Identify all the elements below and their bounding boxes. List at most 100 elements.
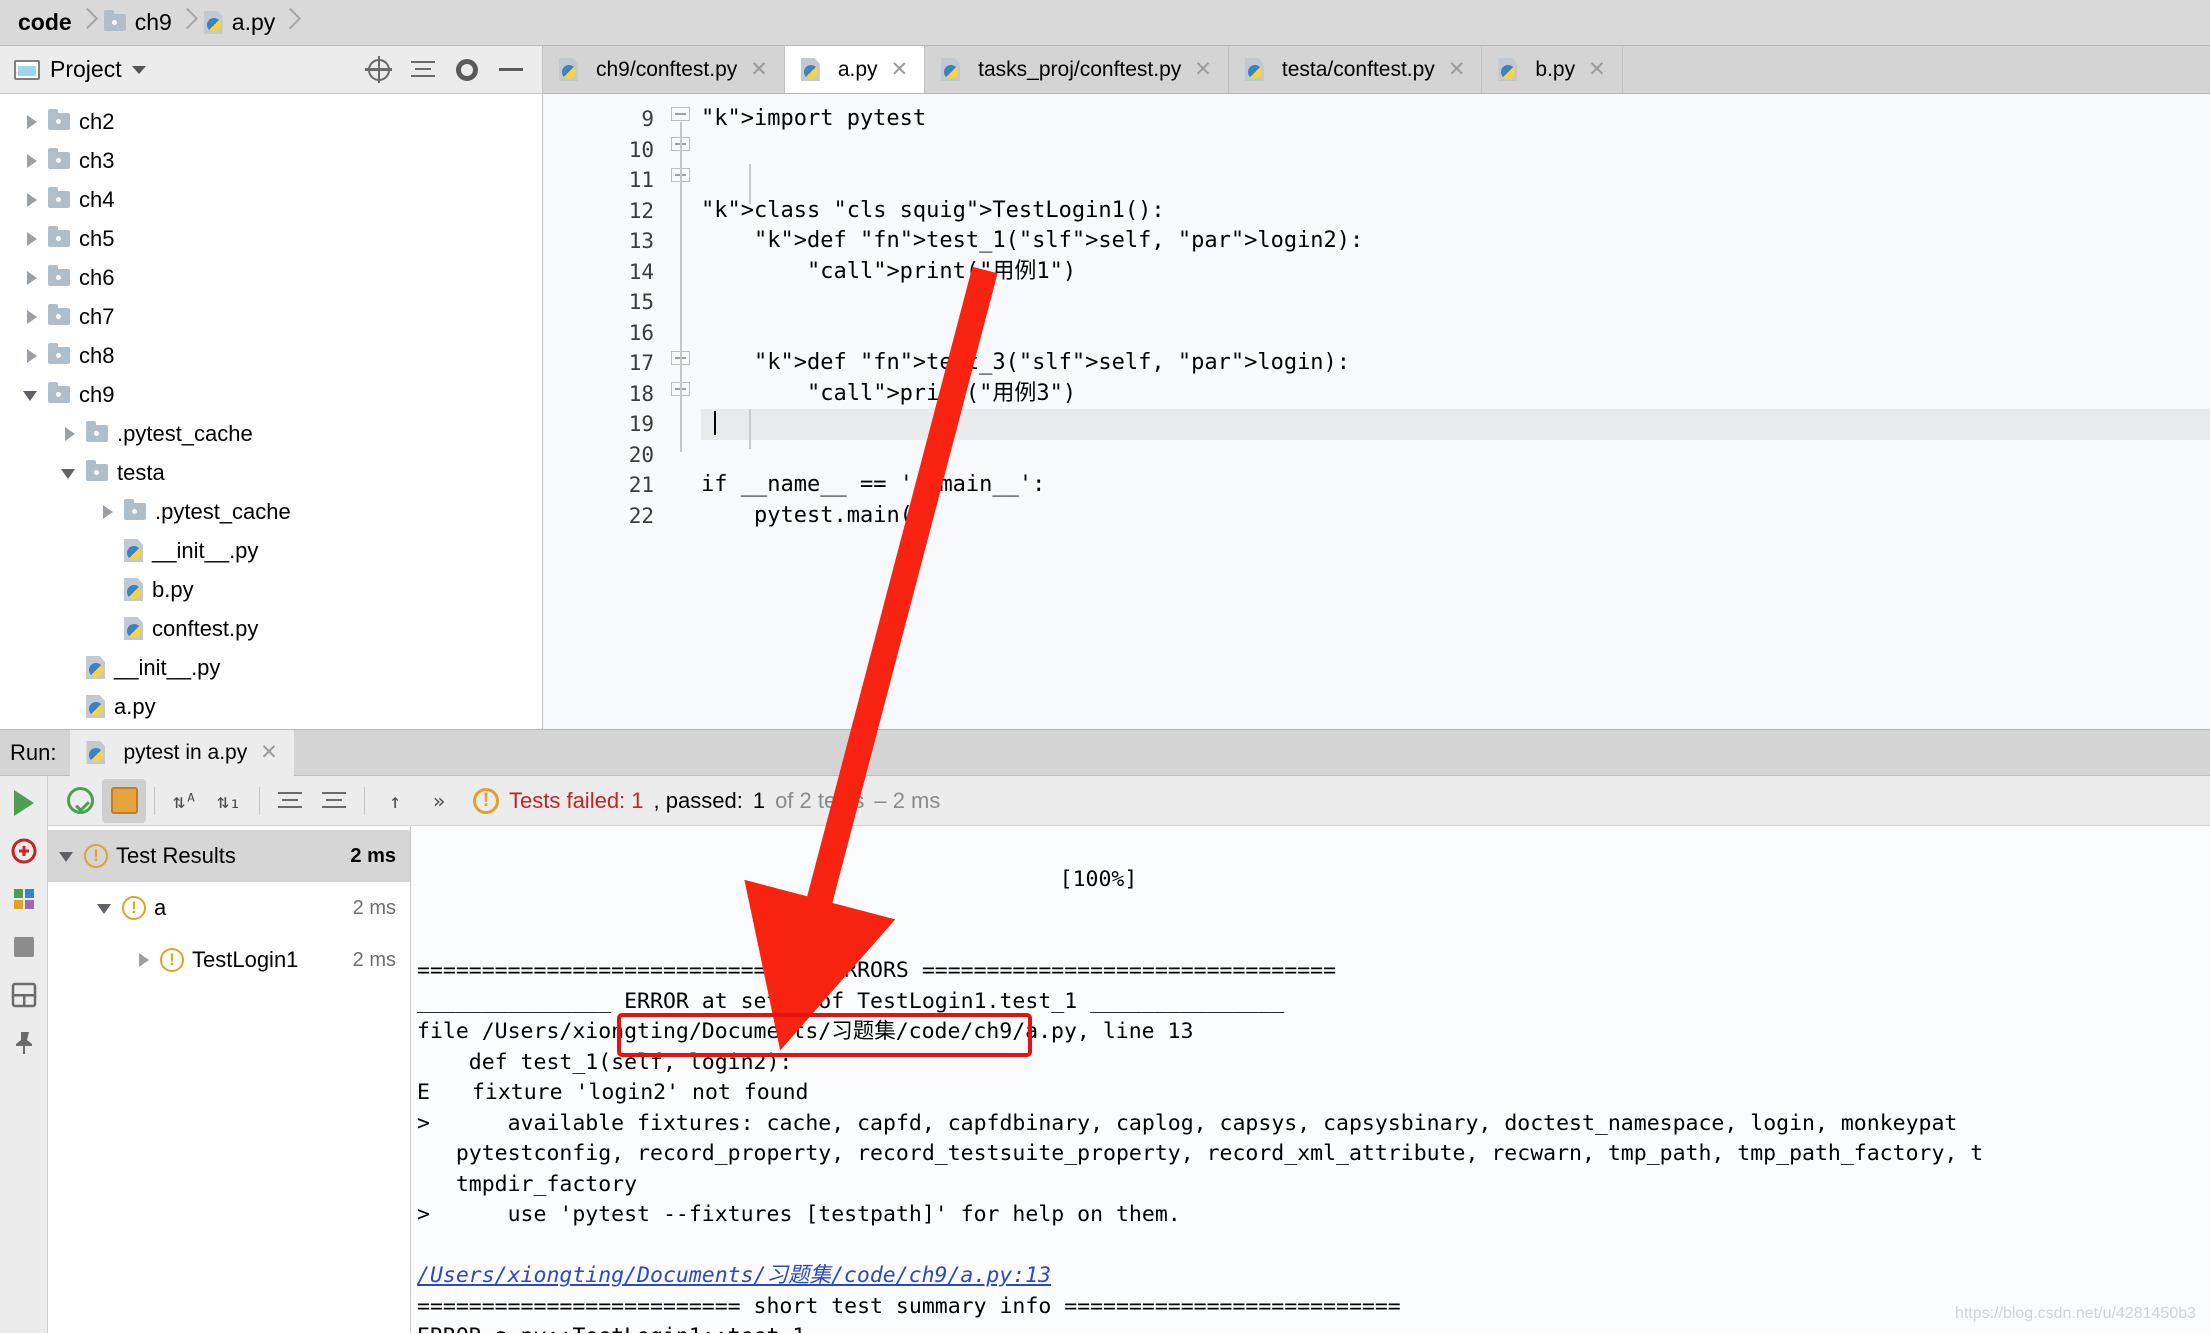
code-editor[interactable]: 9 10 11 12 13 14 15 16 17 18 19 20 21 22 "k">import p… bbox=[543, 94, 2210, 729]
settings-button[interactable] bbox=[450, 53, 484, 87]
editor-tab[interactable]: b.py ✕ bbox=[1482, 46, 1623, 93]
more-options-button[interactable]: » bbox=[417, 779, 461, 823]
close-icon[interactable]: ✕ bbox=[891, 57, 909, 82]
code-line[interactable]: if __name__ == '__main__': bbox=[701, 470, 2210, 501]
collapse-all-button[interactable] bbox=[406, 53, 440, 87]
test-results-tree[interactable]: ! Test Results 2 ms! a 2 ms! TestLogin1 2 ms bbox=[48, 826, 411, 1333]
chevron-down-icon[interactable] bbox=[22, 385, 42, 405]
project-tree-item[interactable]: a.py bbox=[0, 687, 542, 726]
close-icon[interactable]: ✕ bbox=[1588, 57, 1606, 82]
code-text[interactable]: "k">import pytest "k">class "cls squig">… bbox=[701, 94, 2210, 729]
previous-failed-button[interactable]: ↑ bbox=[373, 779, 417, 823]
python-file-icon bbox=[86, 695, 105, 718]
chevron-right-icon[interactable] bbox=[22, 307, 42, 327]
folder-icon bbox=[48, 187, 70, 208]
breadcrumb-item-file[interactable]: a.py bbox=[194, 0, 281, 46]
breadcrumb-file-label: a.py bbox=[231, 9, 276, 35]
code-line[interactable] bbox=[701, 409, 2210, 440]
python-file-icon bbox=[124, 578, 143, 601]
fold-toggle-icon[interactable] bbox=[671, 107, 690, 121]
close-icon[interactable]: ✕ bbox=[750, 57, 768, 82]
sort-by-duration-button[interactable]: ⇅₁ bbox=[207, 779, 251, 823]
chevron-down-icon[interactable] bbox=[60, 463, 80, 483]
chevron-right-icon[interactable] bbox=[22, 112, 42, 132]
chevron-right-icon[interactable] bbox=[22, 268, 42, 288]
close-icon[interactable]: ✕ bbox=[1194, 57, 1212, 82]
project-tree-item[interactable]: testa bbox=[0, 453, 542, 492]
project-tree-item[interactable]: .pytest_cache bbox=[0, 492, 542, 531]
rerun-failed-button[interactable] bbox=[9, 836, 39, 866]
code-line[interactable]: pytest.main() bbox=[701, 501, 2210, 532]
test-output-console[interactable]: [100%] =============================== E… bbox=[411, 826, 2210, 1333]
project-tree-item[interactable]: conftest.py bbox=[0, 609, 542, 648]
code-line[interactable]: "k">import pytest bbox=[701, 104, 2210, 135]
chevron-right-icon[interactable] bbox=[22, 346, 42, 366]
pin-button[interactable] bbox=[9, 1028, 39, 1058]
chevron-right-icon[interactable] bbox=[22, 229, 42, 249]
project-tree-item[interactable]: .pytest_cache bbox=[0, 414, 542, 453]
test-tree-row[interactable]: ! Test Results 2 ms bbox=[48, 830, 410, 882]
code-line[interactable] bbox=[701, 440, 2210, 471]
code-line[interactable] bbox=[701, 165, 2210, 196]
chevron-right-icon[interactable] bbox=[60, 424, 80, 444]
chevron-right-icon[interactable] bbox=[134, 950, 154, 970]
editor-tab[interactable]: ch9/conftest.py ✕ bbox=[543, 46, 785, 93]
editor-tab-label: testa/conftest.py bbox=[1281, 57, 1435, 81]
project-tree-item[interactable]: ch8 bbox=[0, 336, 542, 375]
project-tree-item[interactable]: ch3 bbox=[0, 141, 542, 180]
code-line[interactable] bbox=[701, 318, 2210, 349]
chevron-down-icon[interactable] bbox=[96, 898, 116, 918]
close-icon[interactable]: ✕ bbox=[260, 740, 278, 765]
chevron-down-icon[interactable] bbox=[131, 65, 146, 74]
test-tree-row[interactable]: ! a 2 ms bbox=[48, 882, 410, 934]
project-tree-item[interactable]: __init__.py bbox=[0, 648, 542, 687]
show-ignored-toggle[interactable] bbox=[102, 778, 146, 823]
project-tree-item[interactable]: __init__.py bbox=[0, 531, 542, 570]
show-passed-toggle[interactable] bbox=[58, 779, 102, 823]
sort-alphabetically-button[interactable]: ⇅ᴬ bbox=[163, 779, 207, 823]
project-tree-item[interactable]: ch2 bbox=[0, 102, 542, 141]
stop-icon bbox=[13, 937, 34, 957]
code-line[interactable] bbox=[701, 287, 2210, 318]
editor-tab[interactable]: a.py ✕ bbox=[784, 46, 926, 93]
test-tree-row[interactable]: ! TestLogin1 2 ms bbox=[48, 934, 410, 986]
close-icon[interactable]: ✕ bbox=[1448, 57, 1466, 82]
error-location-link[interactable]: /Users/xiongting/Documents/习题集/code/ch9/… bbox=[417, 1263, 1051, 1288]
code-folding-column[interactable] bbox=[661, 94, 701, 729]
code-line[interactable]: "call">print("用例1") bbox=[701, 257, 2210, 288]
toggle-auto-test-button[interactable] bbox=[9, 884, 39, 914]
chevron-right-icon[interactable] bbox=[22, 151, 42, 171]
chevron-right-icon[interactable] bbox=[22, 190, 42, 210]
project-tree-item[interactable]: ch6 bbox=[0, 258, 542, 297]
run-configuration-tab[interactable]: pytest in a.py ✕ bbox=[70, 729, 294, 776]
error-title: _______________ ERROR at setup of TestLo… bbox=[417, 988, 1285, 1014]
breadcrumb-item-folder[interactable]: ch9 bbox=[94, 0, 178, 46]
chevron-right-icon[interactable] bbox=[98, 502, 118, 522]
code-line[interactable] bbox=[701, 135, 2210, 166]
folder-icon bbox=[48, 148, 70, 169]
project-tree-item[interactable]: ch7 bbox=[0, 297, 542, 336]
project-tree-item[interactable]: ch4 bbox=[0, 180, 542, 219]
editor-tab[interactable]: tasks_proj/conftest.py ✕ bbox=[925, 46, 1229, 93]
editor-tab[interactable]: testa/conftest.py ✕ bbox=[1228, 46, 1483, 93]
editor-tab-bar: ch9/conftest.py ✕ a.py ✕ tasks_proj/conftest… bbox=[543, 46, 2210, 94]
layout-button[interactable] bbox=[9, 980, 39, 1010]
code-line[interactable]: "k">class "cls squig">TestLogin1(): bbox=[701, 196, 2210, 227]
hide-panel-button[interactable] bbox=[494, 53, 528, 87]
stop-button[interactable] bbox=[9, 932, 39, 962]
chevron-down-icon[interactable] bbox=[58, 846, 78, 866]
project-tree-item[interactable]: ch5 bbox=[0, 219, 542, 258]
scroll-from-source-button[interactable] bbox=[362, 53, 396, 87]
project-tree-item[interactable]: ch9 bbox=[0, 375, 542, 414]
expand-all-button[interactable] bbox=[268, 779, 312, 823]
project-tree[interactable]: ch2 ch3 ch4 ch5 ch6 ch7 ch8 ch9 .pytest_cache tes… bbox=[0, 94, 542, 729]
code-line[interactable]: "k">def "fn">test_3("slf">self, "par">lo… bbox=[701, 348, 2210, 379]
code-line[interactable]: "k">def "fn">test_1("slf">self, "par">lo… bbox=[701, 226, 2210, 257]
breadcrumb-item-root[interactable]: code bbox=[8, 0, 78, 46]
collapse-all-button[interactable] bbox=[312, 779, 356, 823]
code-line[interactable]: "call">print("用例3") bbox=[701, 379, 2210, 410]
project-tree-item[interactable]: b.py bbox=[0, 570, 542, 609]
divider bbox=[364, 786, 365, 815]
rerun-button[interactable] bbox=[9, 788, 39, 818]
